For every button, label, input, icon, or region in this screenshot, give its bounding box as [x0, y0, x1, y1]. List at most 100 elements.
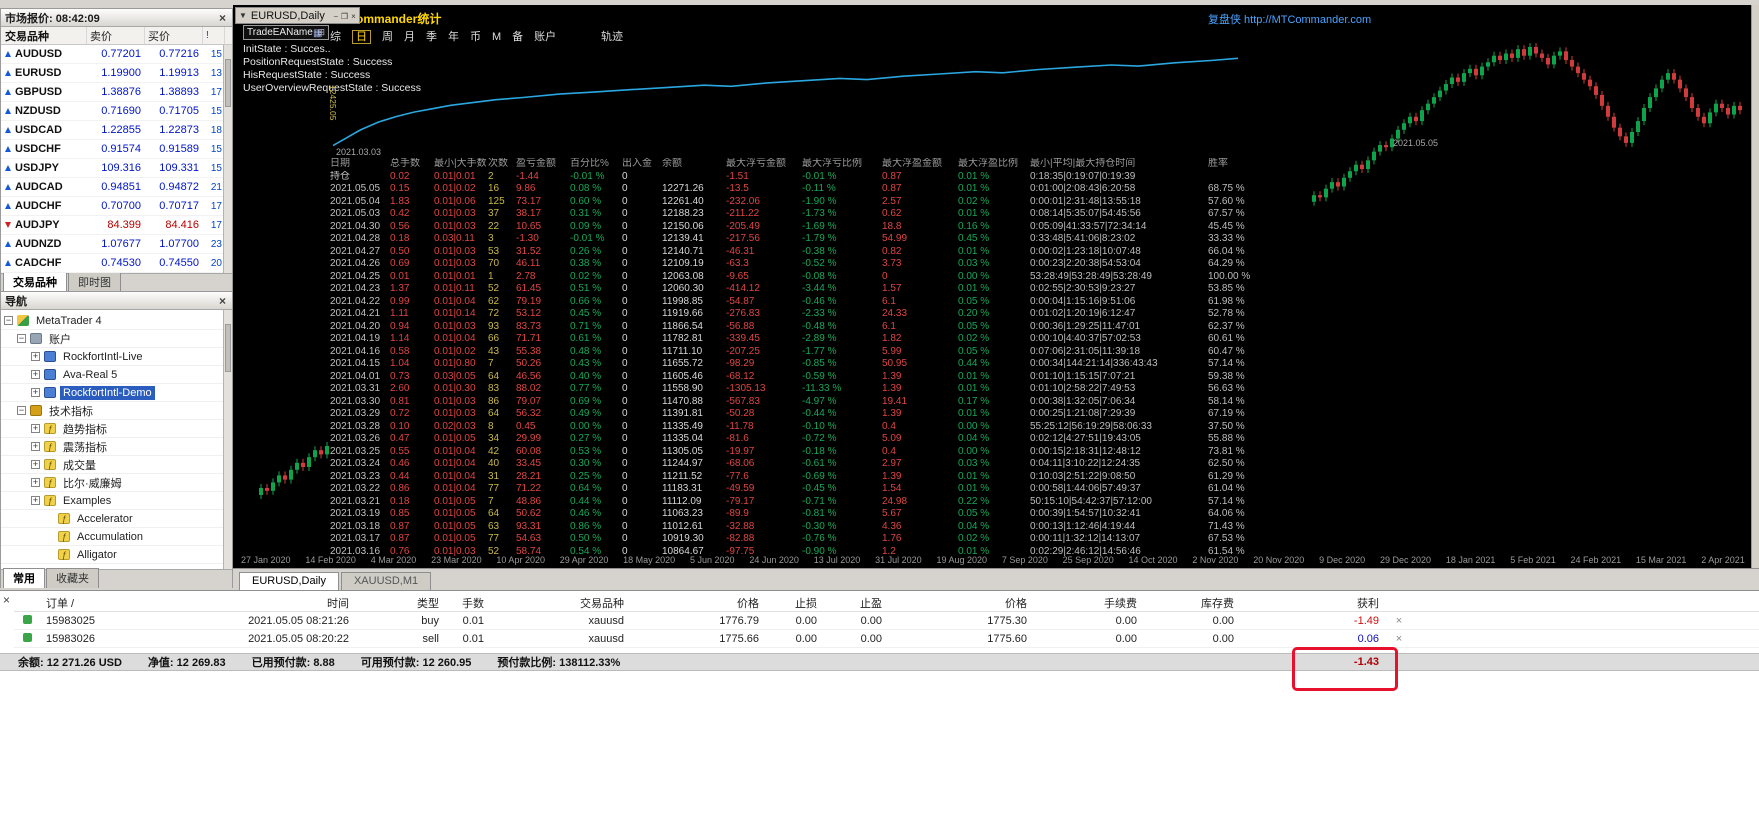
- orders-column-header[interactable]: 价格: [630, 595, 765, 611]
- spread-value: 18: [210, 124, 222, 136]
- summary-free-margin: 可用预付款: 12 260.95: [360, 657, 472, 669]
- chart-right-edge[interactable]: [1751, 5, 1759, 568]
- minimize-icon[interactable]: ⎯: [334, 12, 338, 21]
- tree-item-examples[interactable]: + ƒ Examples: [1, 492, 232, 510]
- stats-grid-icon[interactable]: ▦: [313, 28, 322, 39]
- expand-icon[interactable]: +: [31, 442, 40, 451]
- market-watch-row[interactable]: CADCHF 0.74530 0.74550 20: [1, 254, 232, 273]
- orders-column-header[interactable]: 止盈: [823, 595, 888, 611]
- market-watch-row[interactable]: AUDJPY 84.399 84.416 17: [1, 216, 232, 235]
- column-symbol[interactable]: 交易品种: [1, 27, 87, 44]
- orders-column-header[interactable]: 手数: [445, 595, 490, 611]
- orders-column-header[interactable]: 获利: [1240, 595, 1385, 611]
- sell-order-icon: [22, 632, 32, 642]
- tree-item-indicators[interactable]: − 技术指标: [1, 402, 232, 420]
- market-watch-row[interactable]: GBPUSD 1.38876 1.38893 17: [1, 83, 232, 102]
- column-bid[interactable]: 卖价: [87, 27, 145, 44]
- indicator-group-icon: ƒ: [44, 423, 56, 434]
- expand-icon[interactable]: +: [31, 496, 40, 505]
- tab-xauusd-m1[interactable]: XAUUSD,M1: [340, 572, 432, 590]
- collapse-icon[interactable]: −: [17, 406, 26, 415]
- expand-icon[interactable]: +: [31, 352, 40, 361]
- orders-column-header[interactable]: 订单 /: [40, 595, 125, 611]
- close-icon[interactable]: ×: [1385, 633, 1413, 645]
- tree-item-account-demo[interactable]: + RockfortIntl-Demo: [1, 384, 232, 402]
- close-icon[interactable]: ×: [1385, 615, 1413, 627]
- account-icon: [44, 369, 56, 380]
- stats-row: 2021.03.26 0.47 0.01|0.05 34 29.99 0.27 % 0 113…: [330, 433, 1245, 444]
- close-icon[interactable]: ×: [217, 295, 228, 307]
- chevron-down-icon[interactable]: ▼: [239, 11, 247, 20]
- bid-price: 0.91574: [101, 143, 141, 155]
- collapse-icon[interactable]: −: [17, 334, 26, 343]
- market-watch-scrollbar[interactable]: [223, 45, 232, 273]
- tree-item-bill-williams[interactable]: + ƒ 比尔·威廉姆: [1, 474, 232, 492]
- orders-column-header[interactable]: 时间: [125, 595, 355, 611]
- tree-item-account-ava[interactable]: + Ava-Real 5: [1, 366, 232, 384]
- indicator-icon: ƒ: [58, 531, 70, 542]
- tab-eurusd-daily[interactable]: EURUSD,Daily: [239, 572, 339, 590]
- equity-chart: [333, 57, 1238, 147]
- bid-price: 0.70700: [101, 200, 141, 212]
- expand-icon[interactable]: +: [31, 460, 40, 469]
- tab-common[interactable]: 常用: [3, 568, 45, 588]
- tree-item-trend[interactable]: + ƒ 趋势指标: [1, 420, 232, 438]
- tree-item-alligator[interactable]: ƒ Alligator: [1, 546, 232, 564]
- indicator-group-icon: ƒ: [44, 441, 56, 452]
- bid-price: 0.71690: [101, 105, 141, 117]
- tab-tick-chart[interactable]: 即时图: [68, 272, 121, 292]
- orders-column-header[interactable]: 类型: [355, 595, 445, 611]
- tree-item-volumes[interactable]: + ƒ 成交量: [1, 456, 232, 474]
- tree-item-account-live[interactable]: + RockfortIntl-Live: [1, 348, 232, 366]
- orders-column-header[interactable]: 止损: [765, 595, 823, 611]
- chart-window-caption[interactable]: ▼ EURUSD,Daily ⎯ ❐ ×: [235, 7, 360, 24]
- market-watch-row[interactable]: AUDNZD 1.07677 1.07700 23: [1, 235, 232, 254]
- market-watch-row[interactable]: AUDUSD 0.77201 0.77216 15: [1, 45, 232, 64]
- tree-item-accounts[interactable]: − 账户: [1, 330, 232, 348]
- expand-icon[interactable]: +: [31, 478, 40, 487]
- market-watch-row[interactable]: AUDCHF 0.70700 0.70717 17: [1, 197, 232, 216]
- market-watch-row[interactable]: USDJPY 109.316 109.331 15: [1, 159, 232, 178]
- navigator-scrollbar[interactable]: [223, 310, 232, 569]
- order-row[interactable]: 15983025 2021.05.05 08:21:26 buy 0.01 xauusd…: [14, 612, 1759, 630]
- stats-column-header: 最大浮亏金额: [726, 158, 786, 169]
- chart-area[interactable]: ▼ EURUSD,Daily ⎯ ❐ × MTCommander统计 复盘侠 htt…: [233, 5, 1759, 568]
- tab-favorites[interactable]: 收藏夹: [46, 568, 99, 588]
- column-ask[interactable]: 买价: [145, 27, 203, 44]
- collapse-icon[interactable]: −: [4, 316, 13, 325]
- stats-row: 2021.04.22 0.99 0.01|0.04 62 79.19 0.66 % 0 119…: [330, 295, 1245, 307]
- stats-column-header: 胜率: [1208, 158, 1228, 169]
- restore-icon[interactable]: ❐: [341, 12, 348, 21]
- expand-icon[interactable]: +: [31, 424, 40, 433]
- column-spread[interactable]: !: [203, 27, 225, 44]
- stats-row: 2021.04.26 0.69 0.01|0.03 70 46.11 0.38 % 0 121…: [330, 258, 1245, 269]
- market-watch-row[interactable]: USDCHF 0.91574 0.91589 15: [1, 140, 232, 159]
- tab-symbols[interactable]: 交易品种: [3, 272, 67, 292]
- market-watch-row[interactable]: AUDCAD 0.94851 0.94872 21: [1, 178, 232, 197]
- market-watch-row[interactable]: NZDUSD 0.71690 0.71705 15: [1, 102, 232, 121]
- stats-row: 2021.03.29 0.72 0.01|0.03 64 56.32 0.49 % 0 113…: [330, 408, 1245, 419]
- ask-price: 0.70717: [159, 200, 199, 212]
- tick-arrow-icon: [5, 51, 11, 57]
- orders-column-header[interactable]: 价格: [888, 595, 1033, 611]
- close-icon[interactable]: ×: [217, 12, 228, 24]
- tree-item-oscillators[interactable]: + ƒ 震荡指标: [1, 438, 232, 456]
- orders-column-header[interactable]: 库存费: [1143, 595, 1240, 611]
- expand-icon[interactable]: +: [31, 388, 40, 397]
- order-row[interactable]: 15983026 2021.05.05 08:20:22 sell 0.01 xauus…: [14, 630, 1759, 648]
- tree-item-metatrader4[interactable]: − MetaTrader 4: [1, 312, 232, 330]
- market-watch-row[interactable]: USDCAD 1.22855 1.22873 18: [1, 121, 232, 140]
- stats-row: 2021.04.01 0.73 0.03|0.05 64 46.56 0.40 % 0 116…: [330, 370, 1245, 382]
- stats-column-header: 最小|平均|最大持仓时间: [1030, 158, 1136, 169]
- tree-item-accumulation[interactable]: ƒ Accumulation: [1, 528, 232, 546]
- stats-column-header: 盈亏金额: [516, 158, 556, 169]
- market-watch-row[interactable]: EURUSD 1.19900 1.19913 13: [1, 64, 232, 83]
- close-icon[interactable]: ×: [3, 593, 10, 607]
- mtcommander-link[interactable]: 复盘侠 http://MTCommander.com: [1208, 11, 1371, 27]
- close-icon[interactable]: ×: [351, 12, 356, 21]
- orders-column-header[interactable]: 交易品种: [490, 595, 630, 611]
- tree-item-accelerator[interactable]: ƒ Accelerator: [1, 510, 232, 528]
- expand-icon[interactable]: +: [31, 370, 40, 379]
- equity-max-label: 12425.05: [328, 85, 338, 121]
- orders-column-header[interactable]: 手续费: [1033, 595, 1143, 611]
